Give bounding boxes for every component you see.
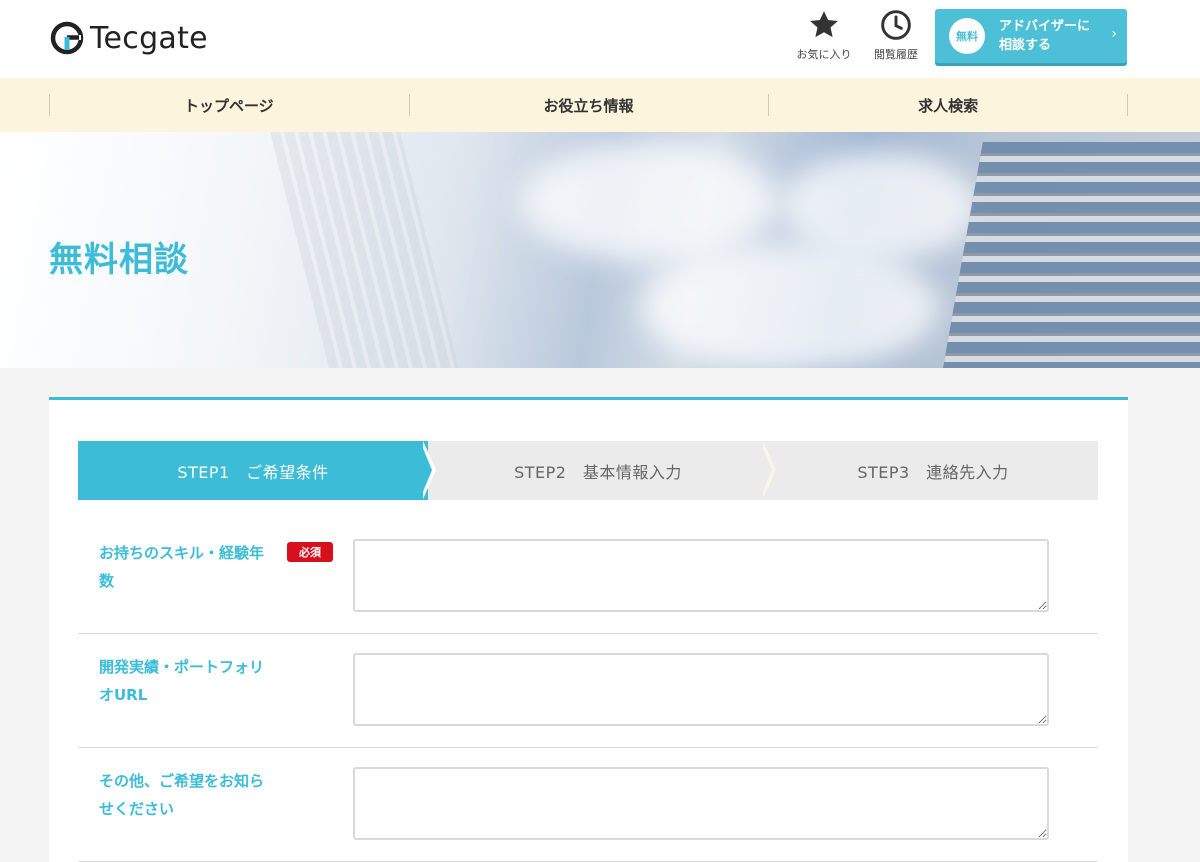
skills-textarea[interactable] — [353, 539, 1049, 612]
step-2: STEP2 基本情報入力 — [428, 441, 768, 500]
advisor-consult-button[interactable]: 無料 アドバイザーに 相談する › — [935, 9, 1127, 63]
hero-cloud — [780, 152, 980, 262]
history-link[interactable]: 閲覧履歴 — [866, 8, 926, 62]
nav-item-job-search[interactable]: 求人検索 — [768, 78, 1128, 132]
required-badge: 必須 — [287, 542, 333, 562]
row-divider — [78, 633, 1098, 634]
history-label: 閲覧履歴 — [874, 48, 918, 61]
skills-label: お持ちのスキル・経験年 数 — [99, 539, 279, 595]
nav-item-info[interactable]: お役立ち情報 — [408, 78, 769, 132]
row-divider — [78, 747, 1098, 748]
advisor-button-text: アドバイザーに 相談する — [999, 17, 1090, 55]
hero-building-left — [262, 132, 468, 368]
other-requests-textarea[interactable] — [353, 767, 1049, 840]
other-label-line2: せください — [99, 800, 175, 818]
step-3: STEP3 連絡先入力 — [768, 441, 1098, 500]
site-logo[interactable]: Tecgate — [50, 20, 208, 56]
portfolio-label-line1: 開発実績・ポートフォリ — [99, 658, 265, 676]
other-label-line1: その他、ご希望をお知ら — [99, 772, 265, 790]
clock-icon — [866, 8, 926, 42]
site-header: Tecgate お気に入り 閲覧履歴 無料 アドバイザーに 相談する › — [0, 0, 1200, 78]
page-title: 無料相談 — [49, 240, 189, 280]
skills-label-line2: 数 — [99, 572, 115, 590]
nav-item-top[interactable]: トップページ — [49, 78, 409, 132]
chevron-right-icon: › — [1111, 26, 1117, 42]
favorites-label: お気に入り — [796, 48, 852, 61]
portfolio-label-line2: オURL — [99, 686, 148, 704]
advisor-line2: 相談する — [999, 38, 1052, 53]
advisor-line1: アドバイザーに — [999, 19, 1091, 34]
favorites-link[interactable]: お気に入り — [794, 8, 854, 62]
hero-building-right — [937, 142, 1200, 368]
consult-form-card: STEP1 ご希望条件 STEP2 基本情報入力 STEP3 連絡先入力 お持ち… — [49, 397, 1128, 862]
skills-label-line1: お持ちのスキル・経験年 — [99, 544, 265, 562]
free-badge: 無料 — [949, 18, 985, 54]
step-arrow — [420, 441, 432, 499]
star-icon — [794, 8, 854, 42]
other-label: その他、ご希望をお知ら せください — [99, 767, 279, 823]
logo-mark-icon — [50, 21, 84, 55]
logo-text: Tecgate — [90, 20, 208, 56]
step-arrow — [760, 441, 772, 499]
step-1: STEP1 ご希望条件 — [78, 441, 428, 500]
hero-cloud — [520, 142, 780, 262]
portfolio-label: 開発実績・ポートフォリ オURL — [99, 653, 279, 709]
hero-banner: 無料相談 — [0, 132, 1200, 368]
step-indicator: STEP1 ご希望条件 STEP2 基本情報入力 STEP3 連絡先入力 — [78, 441, 1098, 500]
portfolio-url-textarea[interactable] — [353, 653, 1049, 726]
global-nav: トップページ お役立ち情報 求人検索 — [0, 78, 1200, 132]
